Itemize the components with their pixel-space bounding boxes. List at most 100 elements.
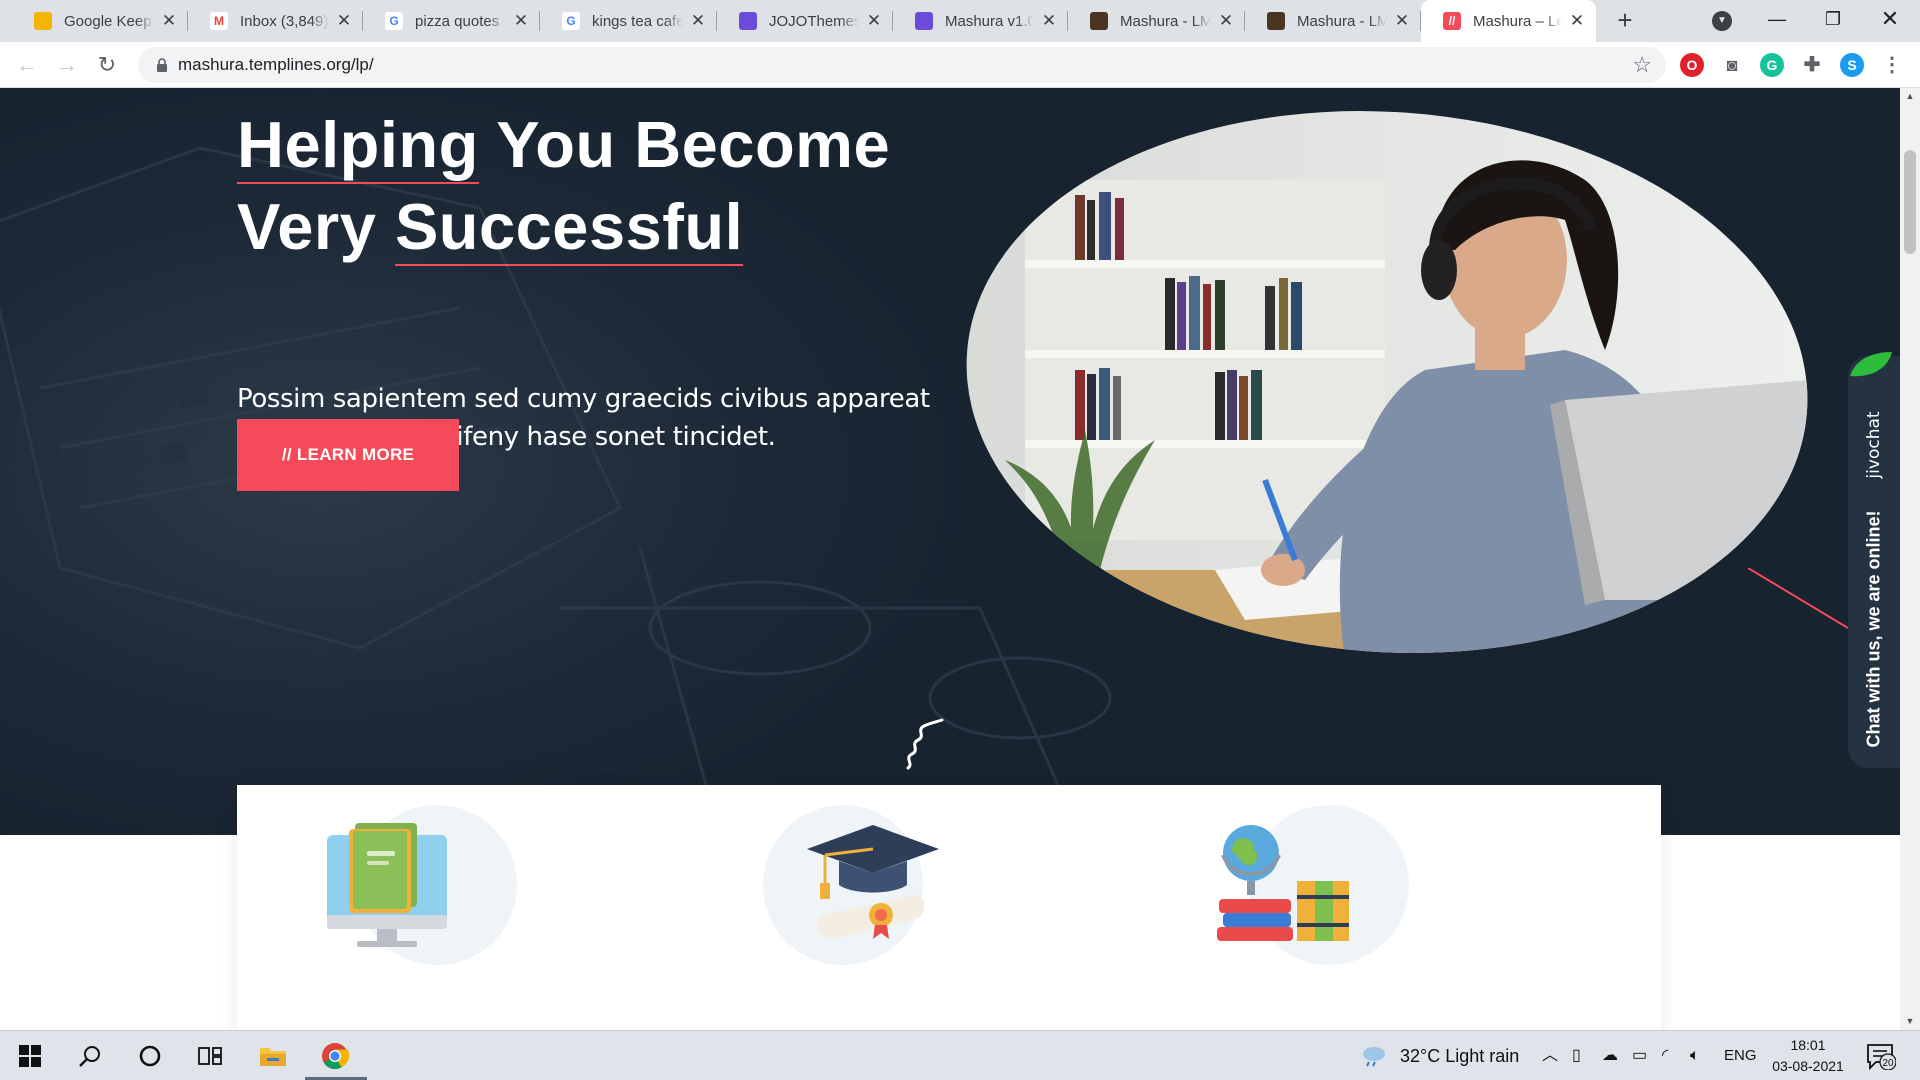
feature-global-library	[1209, 805, 1409, 975]
tab-favicon-icon	[739, 12, 757, 30]
tab-title[interactable]: Mashura - LMS	[1120, 13, 1211, 30]
feature-graduation	[763, 805, 963, 975]
close-window-button[interactable]: ✕	[1860, 0, 1920, 42]
minimize-button[interactable]: —	[1747, 0, 1807, 42]
tab-title[interactable]: kings tea cafe	[592, 13, 683, 30]
input-language[interactable]: ENG	[1724, 1031, 1757, 1080]
profile-avatar[interactable]: S	[1840, 53, 1864, 77]
tab-close-icon[interactable]: ✕	[1217, 12, 1235, 30]
tab-title[interactable]: Google Keep	[64, 13, 154, 30]
learn-more-button[interactable]: // LEARN MORE	[237, 419, 459, 491]
search-button[interactable]	[60, 1031, 120, 1080]
browser-tab[interactable]: Gpizza quotes - ✕	[363, 0, 540, 42]
browser-tab[interactable]: Mashura - LMS ✕	[1245, 0, 1421, 42]
chat-brand-label[interactable]: jivochat	[1852, 400, 1896, 490]
device-icon[interactable]: ▯	[1572, 1031, 1581, 1080]
address-bar[interactable]: mashura.templines.org/lp/ ☆	[138, 47, 1666, 83]
browser-menu-icon[interactable]: ⋮	[1880, 53, 1904, 77]
scroll-up-arrow[interactable]: ▲	[1900, 88, 1920, 105]
browser-tab[interactable]: JOJOThemes - ✕	[717, 0, 893, 42]
file-explorer-button[interactable]	[243, 1031, 303, 1080]
lock-icon[interactable]	[156, 58, 168, 72]
tab-close-icon[interactable]: ✕	[1393, 12, 1411, 30]
show-hidden-icons-chevron-icon[interactable]: ︿	[1542, 1031, 1558, 1080]
browser-toolbar: ← → ↻ mashura.templines.org/lp/ ☆ O ◙ G …	[0, 42, 1920, 88]
tab-title[interactable]: Mashura – Lea	[1473, 13, 1562, 30]
battery-icon[interactable]: ▭	[1632, 1031, 1647, 1080]
graduation-cap-icon	[807, 825, 939, 939]
start-button[interactable]	[0, 1031, 60, 1080]
page-scrollbar[interactable]: ▲ ▼	[1900, 88, 1920, 1030]
tab-favicon-icon	[915, 12, 933, 30]
onedrive-cloud-icon[interactable]: ☁	[1602, 1031, 1618, 1080]
chrome-taskbar-button[interactable]	[305, 1031, 365, 1080]
search-icon	[79, 1046, 100, 1067]
camera-extension-icon[interactable]: ◙	[1720, 53, 1744, 77]
tab-title[interactable]: JOJOThemes -	[769, 13, 859, 30]
wifi-icon[interactable]: ◜	[1662, 1031, 1668, 1080]
chat-message-text[interactable]: Chat with us, we are online!	[1864, 510, 1885, 747]
tab-title[interactable]: pizza quotes -	[415, 13, 506, 30]
tab-close-icon[interactable]: ✕	[865, 12, 883, 30]
hero-title-highlight-1: Helping	[237, 104, 479, 186]
tab-close-icon[interactable]: ✕	[335, 12, 353, 30]
scroll-thumb[interactable]	[1904, 150, 1916, 254]
hero-title-line2-start: Very	[237, 190, 395, 263]
tab-favicon-icon	[34, 12, 52, 30]
browser-tab[interactable]: Google Keep ✕	[12, 0, 188, 42]
back-button[interactable]: ←	[12, 50, 42, 80]
weather-text[interactable]: 32°C Light rain	[1400, 1031, 1519, 1080]
tab-title[interactable]: Mashura v1.0.	[945, 13, 1034, 30]
tab-favicon-icon: //	[1443, 12, 1461, 30]
tab-close-icon[interactable]: ✕	[160, 12, 178, 30]
tab-title[interactable]: Mashura - LMS	[1297, 13, 1387, 30]
url-text[interactable]: mashura.templines.org/lp/	[178, 47, 374, 83]
restore-button[interactable]: ❐	[1803, 0, 1863, 42]
opera-extension-icon[interactable]: O	[1680, 53, 1704, 77]
browser-tab[interactable]: M Inbox (3,849) - ✕	[188, 0, 363, 42]
reload-button[interactable]: ↻	[92, 50, 122, 80]
scroll-down-arrow[interactable]: ▼	[1900, 1013, 1920, 1030]
bookmark-star-icon[interactable]: ☆	[1632, 53, 1652, 77]
feature-online-learning	[317, 805, 517, 975]
page-viewport: Helping You Become Very Successful Possi…	[0, 88, 1900, 1030]
volume-icon[interactable]: 🔈︎	[1690, 1031, 1700, 1080]
hero-student-photo	[965, 100, 1810, 665]
new-tab-button[interactable]: +	[1611, 7, 1639, 35]
browser-tab[interactable]: Mashura v1.0. ✕	[893, 0, 1068, 42]
grammarly-extension-icon[interactable]: G	[1760, 53, 1784, 77]
clock[interactable]: 18:01 03-08-2021	[1760, 1035, 1856, 1077]
browser-tab[interactable]: Gkings tea cafe ✕	[540, 0, 717, 42]
tab-close-icon[interactable]: ✕	[1040, 12, 1058, 30]
tab-close-icon[interactable]: ✕	[1568, 12, 1586, 30]
task-view-icon	[198, 1047, 222, 1065]
task-view-button[interactable]	[180, 1031, 240, 1080]
computer-book-icon	[327, 823, 447, 947]
hero-title: Helping You Become Very Successful	[237, 104, 957, 268]
weather-rain-icon[interactable]	[1360, 1045, 1388, 1067]
tab-title[interactable]: Inbox (3,849) -	[240, 13, 329, 30]
browser-tab[interactable]: // Mashura – Lea ✕	[1421, 0, 1596, 42]
tab-favicon-icon	[1090, 12, 1108, 30]
clock-time[interactable]: 18:01	[1760, 1035, 1856, 1056]
hero-title-highlight-2: Successful	[394, 186, 744, 268]
tab-close-icon[interactable]: ✕	[512, 12, 530, 30]
tab-search-icon[interactable]: ▼	[1712, 11, 1732, 31]
notification-count: 20	[1882, 1058, 1894, 1069]
tab-favicon-icon: G	[562, 12, 580, 30]
tab-close-icon[interactable]: ✕	[689, 12, 707, 30]
hero-section: Helping You Become Very Successful Possi…	[0, 88, 1900, 835]
cortana-button[interactable]	[120, 1031, 180, 1080]
scroll-squiggle-icon	[906, 718, 944, 770]
extensions-puzzle-icon[interactable]: ✚	[1800, 53, 1824, 77]
chat-brand-text[interactable]: jivochat	[1864, 411, 1884, 478]
notification-center-icon[interactable]: 20	[1866, 1042, 1896, 1070]
cortana-circle-icon	[139, 1045, 161, 1067]
tab-favicon-icon: G	[385, 12, 403, 30]
browser-tab[interactable]: Mashura - LMS ✕	[1068, 0, 1245, 42]
hero-title-line1-rest: You Become	[478, 108, 891, 181]
globe-books-icon	[1217, 825, 1349, 941]
chat-message-label[interactable]: Chat with us, we are online!	[1852, 506, 1896, 752]
clock-date[interactable]: 03-08-2021	[1760, 1056, 1856, 1077]
forward-button[interactable]: →	[52, 50, 82, 80]
